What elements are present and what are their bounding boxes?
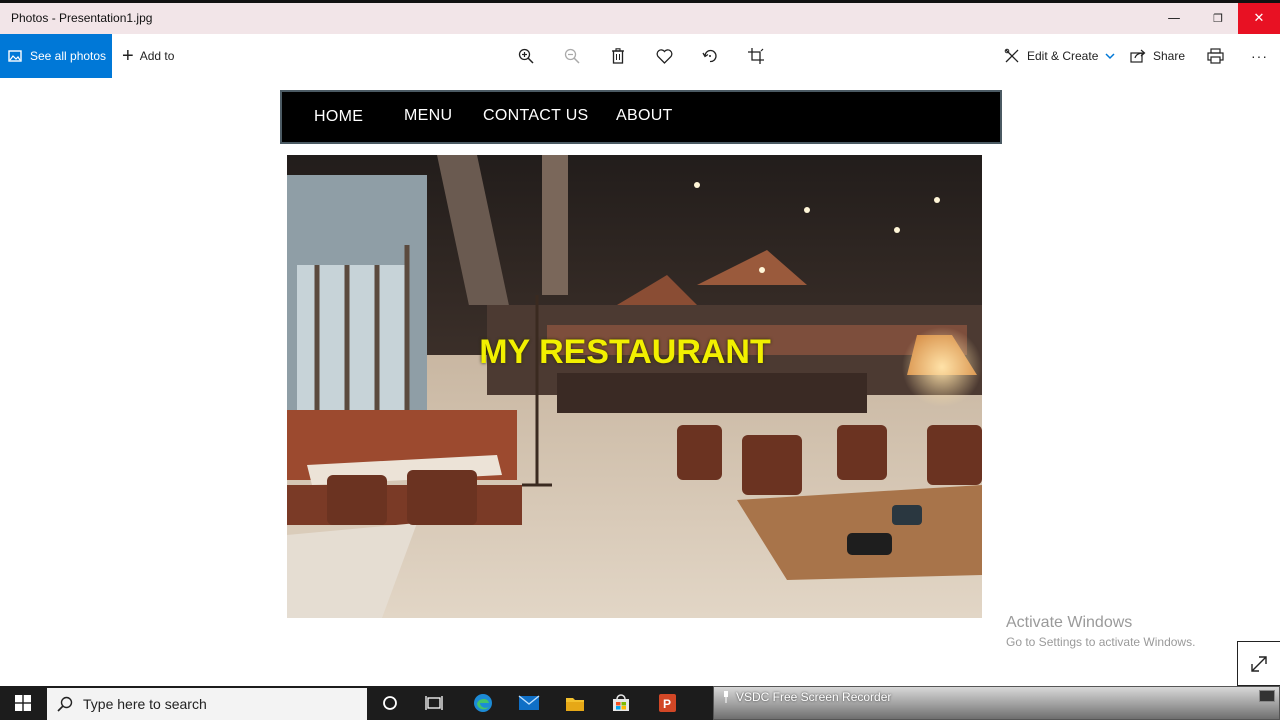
plus-icon: + <box>122 44 134 67</box>
recorder-control-button[interactable] <box>1259 690 1275 702</box>
windows-logo-icon <box>15 695 31 711</box>
screen-recorder-bar[interactable]: VSDC Free Screen Recorder <box>713 686 1280 720</box>
search-placeholder: Type here to search <box>83 696 207 712</box>
toolbar: See all photos + Add to Edit & Create Sh… <box>0 34 1280 78</box>
nav-about: ABOUT <box>616 107 673 124</box>
nav-home: HOME <box>314 108 364 125</box>
heart-icon[interactable] <box>653 45 675 67</box>
nav-contact-us: CONTACT US <box>483 107 589 124</box>
restaurant-headline: MY RESTAURANT <box>479 333 771 371</box>
add-to-button[interactable]: + Add to <box>122 34 174 78</box>
activate-windows-subtitle: Go to Settings to activate Windows. <box>1006 635 1196 649</box>
share-icon <box>1130 49 1146 63</box>
activate-windows-watermark: Activate Windows Go to Settings to activ… <box>1006 614 1195 649</box>
image-navbar: HOME MENU CONTACT US ABOUT <box>280 90 1002 144</box>
zoom-in-icon[interactable] <box>515 45 537 67</box>
edit-icon <box>1004 48 1019 63</box>
restaurant-interior-image <box>287 155 982 618</box>
minimize-button[interactable]: — <box>1152 3 1196 34</box>
cortana-icon[interactable] <box>368 686 412 720</box>
close-button[interactable]: ✕ <box>1238 3 1280 34</box>
close-icon: ✕ <box>1253 11 1265 26</box>
pin-icon <box>724 691 728 703</box>
chevron-down-icon <box>1105 53 1115 60</box>
edit-create-button[interactable]: Edit & Create <box>1004 34 1115 78</box>
mail-icon[interactable] <box>507 686 551 720</box>
powerpoint-icon[interactable]: P <box>645 686 689 720</box>
nav-menu: MENU <box>404 107 453 124</box>
zoom-out-icon[interactable] <box>561 45 583 67</box>
restore-button[interactable]: ❐ <box>1196 3 1240 34</box>
svg-text:P: P <box>663 697 671 711</box>
task-view-icon[interactable] <box>412 686 456 720</box>
title-bar: Photos - Presentation1.jpg — ❐ ✕ <box>0 0 1280 34</box>
photos-icon <box>8 50 22 62</box>
minimize-icon: — <box>1167 11 1181 26</box>
more-icon: ··· <box>1251 48 1268 64</box>
restaurant-photo: MY RESTAURANT <box>287 155 982 618</box>
store-icon[interactable] <box>599 686 643 720</box>
restore-icon: ❐ <box>1213 12 1223 25</box>
expand-button[interactable] <box>1237 641 1280 686</box>
more-options-button[interactable]: ··· <box>1251 34 1268 78</box>
edit-create-label: Edit & Create <box>1027 49 1099 63</box>
taskbar-search-input[interactable]: Type here to search <box>47 688 367 720</box>
search-icon <box>57 696 73 712</box>
file-explorer-icon[interactable] <box>553 686 597 720</box>
print-icon[interactable] <box>1204 45 1226 67</box>
crop-icon[interactable] <box>745 45 767 67</box>
see-all-photos-label: See all photos <box>30 49 107 63</box>
share-label: Share <box>1153 49 1186 63</box>
share-button[interactable]: Share <box>1130 34 1185 78</box>
rotate-icon[interactable] <box>699 45 721 67</box>
add-to-label: Add to <box>139 49 175 63</box>
start-button[interactable] <box>0 686 46 720</box>
expand-icon <box>1251 655 1267 672</box>
recorder-title: VSDC Free Screen Recorder <box>736 690 892 704</box>
edge-icon[interactable] <box>461 686 505 720</box>
see-all-photos-button[interactable]: See all photos <box>0 34 112 78</box>
delete-icon[interactable] <box>607 45 629 67</box>
activate-windows-title: Activate Windows <box>1006 614 1133 631</box>
image-viewer: HOME MENU CONTACT US ABOUT MY RESTAURANT… <box>0 78 1280 686</box>
window-title: Photos - Presentation1.jpg <box>11 11 153 25</box>
